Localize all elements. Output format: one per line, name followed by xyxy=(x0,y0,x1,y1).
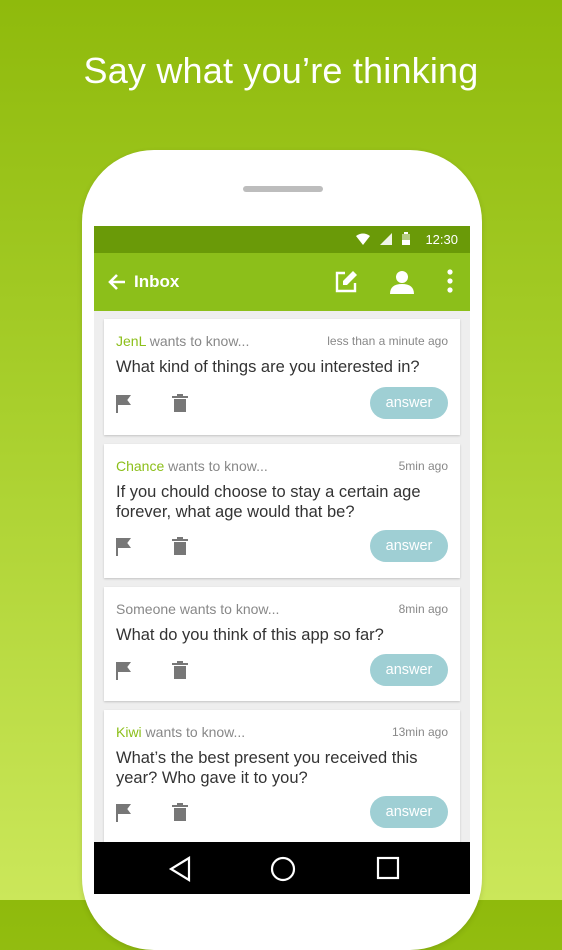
question-time: 5min ago xyxy=(398,459,448,473)
more-options-icon[interactable] xyxy=(436,268,464,296)
system-nav-bar xyxy=(94,842,470,894)
status-time: 12:30 xyxy=(425,232,458,247)
battery-icon xyxy=(402,232,410,245)
asker-name[interactable]: Kiwi xyxy=(116,724,142,740)
flag-icon[interactable] xyxy=(116,804,132,822)
headline: Say what you’re thinking xyxy=(83,50,479,91)
recents-square-icon[interactable] xyxy=(376,856,400,880)
phone-speaker xyxy=(243,186,323,192)
flag-icon[interactable] xyxy=(116,395,132,413)
answer-button[interactable]: answer xyxy=(370,796,448,828)
answer-button[interactable]: answer xyxy=(370,387,448,419)
trash-icon[interactable] xyxy=(172,803,188,821)
trash-icon[interactable] xyxy=(172,537,188,555)
question-text: What do you think of this app so far? xyxy=(116,626,384,644)
home-circle-icon[interactable] xyxy=(270,856,296,882)
asker-suffix: wants to know... xyxy=(145,333,250,349)
status-bar: 12:30 xyxy=(94,226,470,253)
asker-line: Someone wants to know... xyxy=(116,601,279,617)
question-text: What kind of things are you interested i… xyxy=(116,358,420,376)
question-time: 13min ago xyxy=(391,725,448,739)
back-triangle-icon[interactable] xyxy=(168,856,192,882)
trash-icon[interactable] xyxy=(172,661,188,679)
question-text: What’s the best present you received thi… xyxy=(116,749,418,787)
question-time: 8min ago xyxy=(398,602,448,616)
asker-suffix: wants to know... xyxy=(141,724,246,740)
trash-icon[interactable] xyxy=(172,394,188,412)
question-text: If you chould choose to stay a certain a… xyxy=(116,483,421,521)
asker-suffix: wants to know... xyxy=(164,458,268,474)
asker-name[interactable]: Chance xyxy=(116,458,164,474)
question-card[interactable]: Chance wants to know... 5min ago If you … xyxy=(104,444,460,578)
wifi-icon xyxy=(356,233,370,245)
flag-icon[interactable] xyxy=(116,538,132,556)
question-list: JenL wants to know... less than a minute… xyxy=(104,319,460,853)
page-title: Inbox xyxy=(134,272,180,291)
asker-line: JenL wants to know... xyxy=(116,333,249,349)
signal-icon xyxy=(380,232,392,245)
asker-line: Kiwi wants to know... xyxy=(116,724,245,740)
flag-icon[interactable] xyxy=(116,662,132,680)
asker-suffix: Someone wants to know... xyxy=(116,601,280,617)
profile-icon[interactable] xyxy=(388,268,416,296)
asker-name[interactable]: JenL xyxy=(116,333,146,349)
app-bar: Inbox xyxy=(94,253,470,311)
status-icons xyxy=(356,232,410,245)
back-arrow-icon[interactable] xyxy=(106,271,128,293)
asker-line: Chance wants to know... xyxy=(116,458,268,474)
question-card[interactable]: Someone wants to know... 8min ago What d… xyxy=(104,587,460,701)
compose-icon[interactable] xyxy=(332,268,360,296)
answer-button[interactable]: answer xyxy=(370,654,448,686)
answer-button[interactable]: answer xyxy=(370,530,448,562)
phone-screen: 12:30 Inbox JenL wants to know... less t… xyxy=(94,226,470,894)
question-card[interactable]: Kiwi wants to know... 13min ago What’s t… xyxy=(104,710,460,844)
question-card[interactable]: JenL wants to know... less than a minute… xyxy=(104,319,460,435)
question-time: less than a minute ago xyxy=(327,334,448,348)
